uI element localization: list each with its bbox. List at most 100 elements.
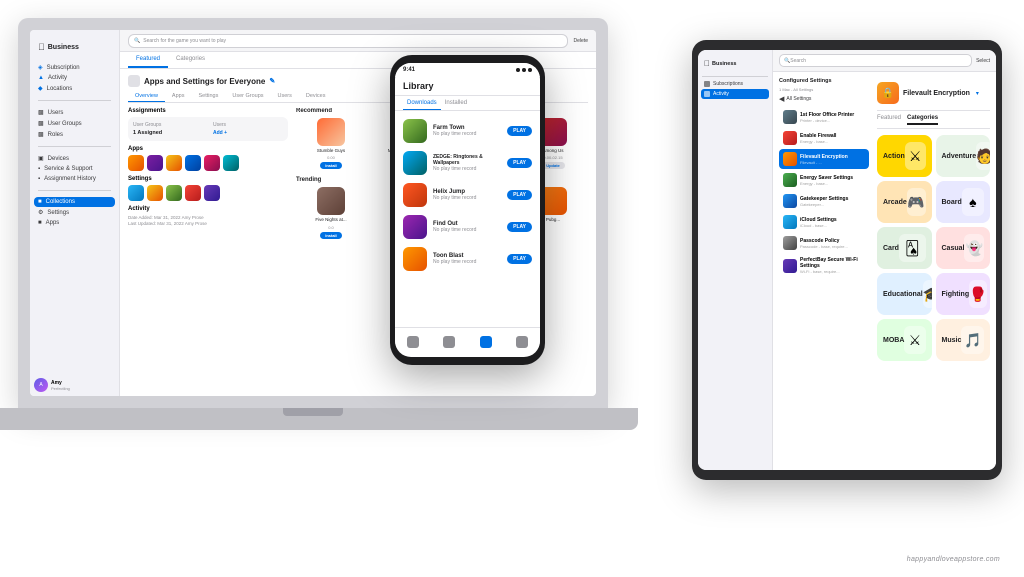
apps-section-title: Apps: [128, 146, 288, 152]
phone-play-farm[interactable]: PLAY: [507, 126, 532, 136]
cat-tile-casual[interactable]: Casual 👻: [936, 227, 991, 269]
phone-nav-library[interactable]: [480, 336, 492, 348]
settings-item-passcode[interactable]: Passcode Policy Passcode - base, require…: [779, 233, 869, 253]
tablet-toolbar-select[interactable]: Select: [976, 58, 990, 64]
phone-play-findout[interactable]: PLAY: [507, 222, 532, 232]
settings-item-icloud[interactable]: iCloud Settings iCloud - base...: [779, 212, 869, 232]
cat-tile-moba[interactable]: MOBA ⚔: [877, 319, 932, 361]
nav-tab-apps[interactable]: Apps: [165, 91, 192, 102]
phone-name-zedge: ZEDGE: Ringtones & Wallpapers: [433, 154, 501, 166]
phone-info-farm: Farm Town No play time record: [433, 125, 501, 137]
tablet-categories-panel: 🔒 Filevault Encryption ▾ Featured Catego…: [877, 78, 990, 464]
tablet-sidebar-activity[interactable]: Activity: [701, 89, 769, 99]
phone-play-zedge[interactable]: PLAY: [507, 158, 532, 168]
cat-tile-arcade[interactable]: Arcade 🎮: [877, 181, 932, 223]
filevault-edit-icon[interactable]: ▾: [976, 90, 979, 97]
sidebar-item-settings[interactable]: ⚙ Settings: [30, 207, 119, 218]
app-icon-5: [204, 155, 220, 171]
sidebar-item-activity[interactable]: ▲ Activity: [30, 73, 119, 83]
settings-section-title: Settings: [128, 176, 288, 182]
app-rating-among-us: 0.00-02.15: [543, 155, 562, 160]
phone-tab-downloads[interactable]: Downloads: [403, 100, 441, 110]
settings-text-vpn: PerfectBay Secure Wi-Fi Settings Wi-Fi -…: [800, 257, 865, 274]
tablet-sidebar-subscriptions[interactable]: Subscriptions: [698, 79, 772, 89]
settings-item-printer[interactable]: 1st Floor Office Printer Printer - devic…: [779, 107, 869, 127]
cat-tab-featured[interactable]: Featured: [877, 115, 901, 125]
tablet-search[interactable]: 🔍 Search: [779, 54, 972, 67]
cat-tile-music[interactable]: Music 🎵: [936, 319, 991, 361]
cat-tile-action[interactable]: Action ⚔: [877, 135, 932, 177]
laptop-search-bar: 🔍 Search for the game you want to play D…: [120, 30, 596, 52]
activity-row2: Last Updated: Mar 31, 2022 Amy Prose: [128, 221, 288, 226]
battery-icon: [528, 68, 532, 72]
phone-notch: [443, 55, 493, 63]
phone-play-helix[interactable]: PLAY: [507, 190, 532, 200]
settings-icon-icloud: [783, 215, 797, 229]
cat-tile-educational[interactable]: Educational 🎓: [877, 273, 932, 315]
cat-img-arcade: 🎮: [907, 188, 926, 216]
settings-item-firewall[interactable]: Enable Firewall Energy - base...: [779, 128, 869, 148]
nav-tab-usergroups[interactable]: User Groups: [225, 91, 270, 102]
phone-play-toon[interactable]: PLAY: [507, 254, 532, 264]
settings-item-filevault[interactable]: Filevault Encryption Filevault - ...: [779, 149, 869, 169]
cat-tile-adventure[interactable]: Adventure 🧑: [936, 135, 991, 177]
phone-icon-toon: [403, 247, 427, 271]
sidebar-item-roles[interactable]: ▩ Roles: [30, 129, 119, 140]
assign-ug-label: User Groups: [133, 122, 203, 128]
setting-sub-icloud: iCloud - base...: [800, 223, 865, 228]
tab-featured[interactable]: Featured: [128, 52, 168, 68]
tablet-sidebar:  Business Subscriptions Activity: [698, 50, 773, 470]
phone-nav-games[interactable]: [407, 336, 419, 348]
sidebar-item-devices[interactable]: ▣ Devices: [30, 153, 119, 164]
cat-tab-categories[interactable]: Categories: [907, 115, 938, 125]
categories-grid: Action ⚔ Adventure 🧑 Arcade 🎮: [877, 135, 990, 361]
nav-tab-settings[interactable]: Settings: [191, 91, 225, 102]
app-icon-2: [147, 155, 163, 171]
settings-icon-vpn: [783, 259, 797, 273]
setting-sub-firewall: Energy - base...: [800, 139, 865, 144]
tablet-device:  Business Subscriptions Activity: [692, 40, 1002, 480]
sidebar-item-subscription[interactable]: ◈ Subscription: [30, 62, 119, 73]
app-btn-five-nights[interactable]: Install: [320, 232, 342, 239]
sidebar-item-support[interactable]: ▪ Service & Support: [30, 164, 119, 174]
sidebar-item-assignment[interactable]: ▪ Assignment History: [30, 174, 119, 184]
cat-label-casual: Casual: [942, 245, 965, 252]
sidebar-item-locations[interactable]: ◆ Locations: [30, 83, 119, 94]
sidebar-item-usergroups[interactable]: ▩ User Groups: [30, 118, 119, 129]
phone-info-zedge: ZEDGE: Ringtones & Wallpapers No play ti…: [433, 154, 501, 172]
tab-categories[interactable]: Categories: [168, 52, 213, 68]
sidebar-divider-3: [38, 190, 111, 191]
cat-tile-card[interactable]: Card 🂡: [877, 227, 932, 269]
settings-item-vpn[interactable]: PerfectBay Secure Wi-Fi Settings Wi-Fi -…: [779, 254, 869, 277]
sidebar-item-apps[interactable]: ■ Apps: [30, 218, 119, 228]
delete-button[interactable]: Delete: [574, 38, 588, 44]
phone-body: 9:41 Library Downloads Installed: [390, 55, 545, 365]
nav-tab-overview[interactable]: Overview: [128, 91, 165, 102]
settings-item-gatekeeper[interactable]: Gatekeeper Settings Gatekeeper...: [779, 191, 869, 211]
sidebar-item-collections[interactable]: ■ Collections: [34, 197, 115, 207]
account-nav-icon: [516, 336, 528, 348]
phone-tab-installed[interactable]: Installed: [441, 100, 471, 110]
phone-nav-account[interactable]: [516, 336, 528, 348]
filevault-header: 🔒 Filevault Encryption ▾: [877, 78, 990, 111]
sidebar-item-users[interactable]: ▩ Users: [30, 107, 119, 118]
app-btn-stumble[interactable]: Install: [320, 162, 342, 169]
settings-item-energy[interactable]: Energy Saver Settings Energy - base...: [779, 170, 869, 190]
tablet-screen:  Business Subscriptions Activity: [698, 50, 996, 470]
laptop-search-box[interactable]: 🔍 Search for the game you want to play: [128, 34, 568, 48]
sidebar-user: A Amy Perfectling: [34, 378, 70, 392]
settings-text-energy: Energy Saver Settings Energy - base...: [800, 175, 865, 186]
cat-tile-board[interactable]: Board ♠: [936, 181, 991, 223]
nav-tab-devices[interactable]: Devices: [299, 91, 333, 102]
all-settings-item[interactable]: ◀ All Settings: [779, 95, 869, 103]
assign-users-value[interactable]: Add +: [213, 130, 283, 136]
settings-icon-printer: [783, 110, 797, 124]
nav-tab-users[interactable]: Users: [271, 91, 299, 102]
phone-app-findout: Find Out No play time record PLAY: [395, 211, 540, 243]
cat-tile-fighting[interactable]: Fighting 🥊: [936, 273, 991, 315]
phone-nav-search[interactable]: [443, 336, 455, 348]
assignments-box: User Groups 1 Assigned Users Add +: [128, 117, 288, 141]
settings-text-passcode: Passcode Policy Passcode - base, require…: [800, 238, 865, 249]
setting-sub-gatekeeper: Gatekeeper...: [800, 202, 865, 207]
user-info: Amy Perfectling: [51, 380, 70, 391]
